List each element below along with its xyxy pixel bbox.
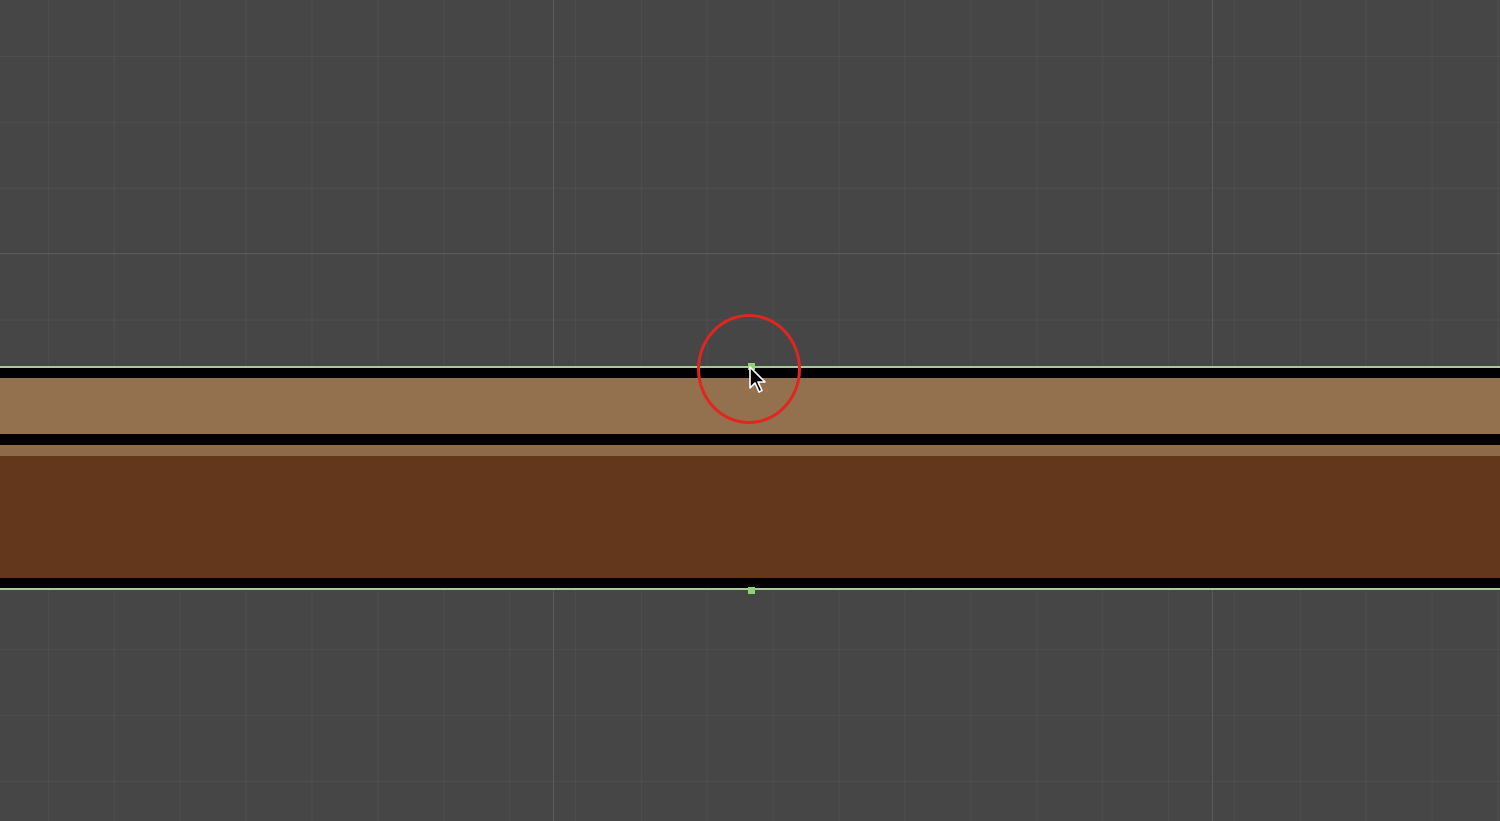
terrain-grass-band [0, 378, 1500, 434]
terrain-strip[interactable] [0, 366, 1500, 590]
bottom-center-handle[interactable] [748, 587, 755, 594]
scene-canvas[interactable] [0, 0, 1500, 821]
terrain-dirt-band [0, 456, 1500, 578]
grid-major-horizontal-line [0, 253, 1500, 254]
terrain-middle-outline [0, 434, 1500, 445]
terrain-grass-lip [0, 445, 1500, 456]
top-center-handle[interactable] [748, 363, 755, 370]
